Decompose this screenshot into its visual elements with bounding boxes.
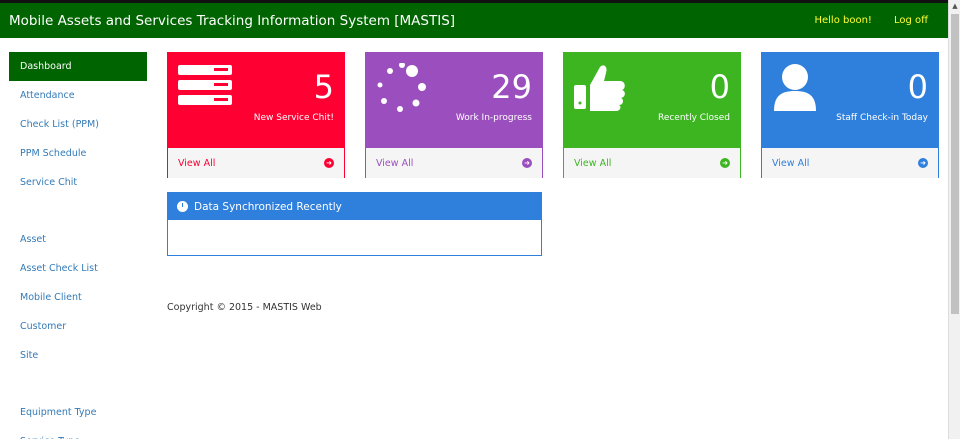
card-label: Staff Check-in Today: [836, 113, 928, 123]
card-work-in-progress: 29 Work In-progress View All ➜: [365, 52, 543, 178]
view-all-label: View All: [376, 157, 414, 169]
clock-icon: [177, 201, 188, 212]
scroll-up-icon[interactable]: ▲: [949, 0, 960, 12]
card-panel-heading: 29 Work In-progress: [366, 53, 542, 148]
sidebar: Dashboard Attendance Check List (PPM) PP…: [9, 52, 147, 439]
sidebar-item-equipment-type[interactable]: Equipment Type: [9, 398, 147, 427]
sidebar-divider: [9, 370, 147, 398]
app-title[interactable]: Mobile Assets and Services Tracking Info…: [9, 13, 455, 29]
sidebar-item-attendance[interactable]: Attendance: [9, 81, 147, 110]
page-scrollbar[interactable]: ▲: [948, 0, 960, 439]
sidebar-item-site[interactable]: Site: [9, 341, 147, 370]
view-all-link[interactable]: View All ➜: [762, 148, 938, 178]
card-staff-check-in: 0 Staff Check-in Today View All ➜: [761, 52, 939, 178]
sidebar-item-check-list[interactable]: Check List (PPM): [9, 110, 147, 139]
card-count: 5: [313, 68, 334, 106]
sidebar-item-dashboard[interactable]: Dashboard: [9, 52, 147, 81]
card-count: 0: [709, 68, 730, 106]
sidebar-item-ppm-schedule[interactable]: PPM Schedule: [9, 139, 147, 168]
view-all-label: View All: [178, 157, 216, 169]
sync-panel: Data Synchronized Recently: [167, 192, 542, 256]
user-icon: [772, 63, 818, 117]
arrow-right-icon: ➜: [918, 158, 928, 168]
view-all-link[interactable]: View All ➜: [168, 148, 344, 178]
sidebar-item-customer[interactable]: Customer: [9, 312, 147, 341]
sidebar-item-asset-check-list[interactable]: Asset Check List: [9, 254, 147, 283]
nav-right: Hello boon! Log off: [814, 3, 928, 38]
card-count: 29: [491, 68, 532, 106]
logout-link[interactable]: Log off: [894, 15, 928, 26]
sync-panel-title: Data Synchronized Recently: [194, 200, 342, 213]
view-all-label: View All: [574, 157, 612, 169]
thumbs-up-icon: [574, 63, 630, 117]
card-label: Work In-progress: [455, 113, 532, 123]
arrow-right-icon: ➜: [324, 158, 334, 168]
arrow-right-icon: ➜: [720, 158, 730, 168]
card-label: New Service Chit!: [253, 113, 334, 123]
card-label: Recently Closed: [657, 113, 730, 123]
card-recently-closed: 0 Recently Closed View All ➜: [563, 52, 741, 178]
view-all-link[interactable]: View All ➜: [366, 148, 542, 178]
user-greeting-link[interactable]: Hello boon!: [814, 15, 871, 26]
card-panel-heading: 0 Staff Check-in Today: [762, 53, 938, 148]
sidebar-item-service-type[interactable]: Service Type: [9, 427, 147, 439]
card-panel-heading: 0 Recently Closed: [564, 53, 740, 148]
card-count: 0: [907, 68, 928, 106]
card-new-service-chit: 5 New Service Chit! View All ➜: [167, 52, 345, 178]
footer-copyright: Copyright © 2015 - MASTIS Web: [167, 302, 322, 313]
view-all-label: View All: [772, 157, 810, 169]
sidebar-item-asset[interactable]: Asset: [9, 225, 147, 254]
view-all-link[interactable]: View All ➜: [564, 148, 740, 178]
sidebar-item-service-chit[interactable]: Service Chit: [9, 168, 147, 197]
sidebar-item-mobile-client[interactable]: Mobile Client: [9, 283, 147, 312]
top-navbar: Mobile Assets and Services Tracking Info…: [0, 0, 948, 38]
sidebar-divider: [9, 197, 147, 225]
sync-panel-heading: Data Synchronized Recently: [168, 193, 541, 220]
arrow-right-icon: ➜: [522, 158, 532, 168]
card-panel-heading: 5 New Service Chit!: [168, 53, 344, 148]
list-icon: [178, 63, 234, 111]
scrollbar-thumb[interactable]: [951, 14, 959, 314]
